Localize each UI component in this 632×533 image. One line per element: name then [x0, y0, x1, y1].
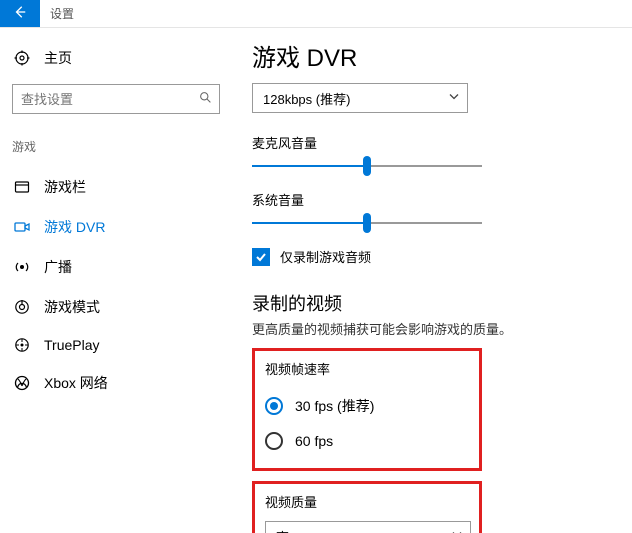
home-label: 主页 [44, 48, 72, 68]
sys-volume-label: 系统音量 [252, 190, 612, 209]
slider-thumb[interactable] [363, 213, 371, 233]
home-button[interactable]: 主页 [12, 44, 220, 72]
fps-60-radio[interactable]: 60 fps [265, 424, 469, 458]
checkmark-icon [252, 248, 270, 266]
quality-value: 高 [276, 527, 289, 533]
game-mode-icon [14, 299, 30, 315]
sidebar-item-label: 广播 [44, 257, 72, 277]
window-title: 设置 [40, 0, 74, 27]
quality-select[interactable]: 高 [265, 521, 471, 533]
broadcast-icon [14, 259, 30, 275]
content: 游戏 DVR 128kbps (推荐) 麦克风音量 系统音量 仅录制游戏音频 录… [232, 28, 632, 533]
sidebar-item-label: 游戏 DVR [44, 217, 105, 237]
sys-volume-slider[interactable] [252, 213, 482, 233]
search-input[interactable] [12, 84, 220, 114]
sidebar-group-label: 游戏 [12, 138, 220, 155]
video-section-desc: 更高质量的视频捕获可能会影响游戏的质量。 [252, 319, 612, 338]
mic-volume-label: 麦克风音量 [252, 133, 612, 152]
fps-frame: 视频帧速率 30 fps (推荐) 60 fps [252, 348, 482, 471]
quality-frame: 视频质量 高 [252, 481, 482, 533]
title-bar: 设置 [0, 0, 632, 28]
radio-label: 60 fps [295, 433, 333, 449]
fps-label: 视频帧速率 [265, 359, 469, 378]
sidebar-item-broadcast[interactable]: 广播 [12, 247, 220, 287]
mic-volume-slider[interactable] [252, 156, 482, 176]
bitrate-value: 128kbps (推荐) [263, 89, 350, 108]
back-button[interactable] [0, 0, 40, 27]
sidebar-item-xbox-network[interactable]: Xbox 网络 [12, 363, 220, 403]
search-box[interactable] [12, 84, 220, 114]
sidebar-item-label: 游戏栏 [44, 177, 86, 197]
radio-icon [265, 432, 283, 450]
game-bar-icon [14, 179, 30, 195]
sidebar-item-label: 游戏模式 [44, 297, 100, 317]
arrow-left-icon [13, 5, 27, 22]
video-section-title: 录制的视频 [252, 290, 612, 316]
bitrate-select[interactable]: 128kbps (推荐) [252, 83, 468, 113]
sidebar-item-label: TruePlay [44, 337, 100, 353]
xbox-icon [14, 375, 30, 391]
sidebar: 主页 游戏 游戏栏 游戏 DVR 广播 [0, 28, 232, 533]
dvr-icon [14, 219, 30, 235]
only-game-audio-checkbox[interactable]: 仅录制游戏音频 [252, 247, 612, 266]
sidebar-item-label: Xbox 网络 [44, 373, 108, 393]
sidebar-item-game-bar[interactable]: 游戏栏 [12, 167, 220, 207]
trueplay-icon [14, 337, 30, 353]
slider-thumb[interactable] [363, 156, 371, 176]
sidebar-item-trueplay[interactable]: TruePlay [12, 327, 220, 363]
radio-label: 30 fps (推荐) [295, 396, 374, 416]
search-icon [199, 91, 212, 107]
slider-fill [252, 222, 367, 224]
radio-icon [265, 397, 283, 415]
slider-fill [252, 165, 367, 167]
quality-label: 视频质量 [265, 492, 469, 511]
chevron-down-icon [449, 92, 459, 105]
page-title: 游戏 DVR [252, 38, 612, 73]
fps-30-radio[interactable]: 30 fps (推荐) [265, 388, 469, 424]
sidebar-item-game-mode[interactable]: 游戏模式 [12, 287, 220, 327]
gear-icon [14, 50, 30, 66]
chevron-down-icon [452, 530, 462, 533]
checkbox-label: 仅录制游戏音频 [280, 247, 371, 266]
sidebar-item-game-dvr[interactable]: 游戏 DVR [12, 207, 220, 247]
